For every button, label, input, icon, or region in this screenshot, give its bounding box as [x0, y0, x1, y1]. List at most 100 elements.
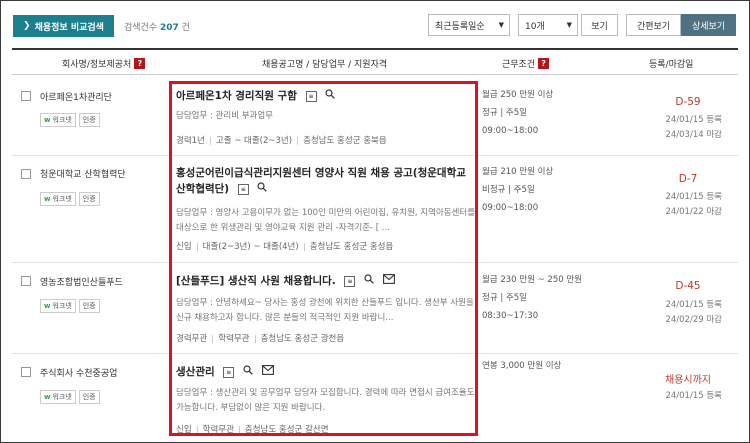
cond-salary: 연봉 3,000 만원 이상 [482, 361, 562, 371]
header-company-label: 회사명/정보제공처 [62, 60, 132, 70]
req-education: 대졸(2~3년) ~ 대졸(4년) [202, 242, 299, 252]
posting-title-text: 아르페온1차 경리직원 구함 [176, 90, 297, 102]
req-experience: 신입 [176, 425, 192, 435]
posting-duty: 담당업무 : 생산관리 및 공무업무 담당자 모집합니다. 경력에 따라 면접시… [176, 388, 475, 413]
view-button[interactable]: 보기 [581, 14, 618, 36]
detail-view-button[interactable]: 상세보기 [681, 14, 736, 36]
posting-title[interactable]: 홍성군어린이급식관리지원센터 영양사 직원 채용 공고(청운대학교산학협력단) … [176, 165, 474, 197]
header-company: 회사명/정보제공처 ? [62, 57, 146, 70]
table-row: 영농조합법인산들푸드 w 워크넷 인증 [산들푸드] 생산직 사원 채용합니다. … [12, 264, 738, 354]
posting-title[interactable]: [산들푸드] 생산직 사원 채용합니다. ≡ [176, 273, 395, 289]
email-icon[interactable] [382, 273, 395, 289]
deadline-badge: D-59 [675, 96, 701, 108]
per-page-select-value: 10개 [525, 21, 545, 32]
worknet-badge-label: 워크넷 [52, 393, 72, 401]
document-icon[interactable]: ≡ [305, 90, 317, 102]
closing-date: 24/03/14 마감 [665, 130, 722, 140]
req-education: 고졸 ~ 대졸(2~3년) [215, 136, 293, 146]
worknet-logo-icon: w [44, 116, 51, 124]
company-name[interactable]: 주식회사 수천중공업 [40, 366, 117, 379]
cond-salary: 월급 250 만원 이상 [482, 90, 554, 100]
closing-date: 24/01/22 마감 [665, 207, 722, 217]
separator [209, 136, 211, 145]
worknet-badge-label: 워크넷 [52, 116, 72, 124]
registered-date: 24/01/15 등록 [665, 192, 722, 202]
help-icon[interactable]: ? [134, 58, 146, 69]
separator [238, 425, 240, 434]
work-conditions: 월급 210 만원 이상 비정규 | 주5일 09:00~18:00 [482, 163, 553, 217]
header-posting-label: 채용공고명 / 담당업무 / 지원자격 [262, 60, 388, 70]
search-icon[interactable] [325, 88, 335, 104]
document-icon[interactable]: ≡ [237, 183, 249, 195]
work-conditions: 월급 230 만원 ~ 250 만원 정규 | 주5일 08:30~17:30 [482, 271, 582, 325]
email-icon[interactable] [261, 364, 274, 380]
compare-search-button[interactable]: ❯ 채용정보 비교검색 [13, 15, 114, 37]
sort-select[interactable]: 최근등록일순 ▼ [428, 14, 510, 36]
posting-dates: 24/01/15 등록 24/02/29 마감 [665, 298, 722, 328]
document-icon[interactable]: ≡ [344, 275, 356, 287]
posting-title[interactable]: 생산관리 ≡ [176, 364, 274, 380]
posting-duty: 담당업무 : 관리비 부과업무 [176, 111, 273, 121]
row-checkbox[interactable] [21, 367, 31, 377]
work-conditions: 월급 250 만원 이상 정규 | 주5일 09:00~18:00 [482, 86, 553, 140]
header-conditions: 근무조건 ? [502, 57, 550, 70]
chevron-right-icon: ❯ [23, 21, 31, 31]
posting-title-text: 홍성군어린이급식관리지원센터 영양사 직원 채용 공고(청운대학교산학협력단) [176, 167, 466, 195]
deadline-badge: D-45 [675, 280, 701, 292]
search-icon[interactable] [243, 364, 253, 380]
cond-hours: 09:00~18:00 [482, 126, 539, 136]
posting-dates: 24/01/15 등록 24/01/22 마감 [665, 190, 722, 220]
table-row: 아르페온1차관리단 w 워크넷 인증 아르페온1차 경리직원 구함 ≡ 담당업무 … [12, 76, 738, 156]
deadline-badge: 채용시까지 [665, 375, 711, 386]
cond-salary: 월급 210 만원 이상 [482, 167, 554, 177]
header-posting: 채용공고명 / 담당업무 / 지원자격 [262, 57, 387, 70]
sort-select-value: 최근등록일순 [435, 21, 485, 32]
posting-title[interactable]: 아르페온1차 경리직원 구함 ≡ [176, 88, 335, 104]
chevron-down-icon: ▼ [498, 21, 504, 29]
row-checkbox[interactable] [21, 169, 31, 179]
certified-badge: 인증 [78, 192, 100, 206]
cond-hours: 08:30~17:30 [482, 311, 539, 321]
chevron-down-icon: ▼ [566, 21, 572, 29]
header-conditions-label: 근무조건 [502, 60, 536, 70]
per-page-select[interactable]: 10개 ▼ [518, 14, 578, 36]
separator [303, 242, 305, 251]
worknet-badge-label: 워크넷 [52, 302, 72, 310]
req-education: 학력무관 [202, 425, 234, 435]
posting-dates: 24/01/15 등록 [665, 389, 722, 404]
company-name[interactable]: 청운대학교 산학협력단 [40, 167, 126, 180]
posting-requirements: 신입 학력무관 충청남도 홍성군 갈산면 [176, 423, 329, 435]
worknet-logo-icon: w [44, 302, 51, 310]
cond-type: 정규 | 주5일 [482, 108, 527, 118]
document-icon[interactable]: ≡ [223, 366, 235, 378]
req-location: 충청남도 홍성군 홍성읍 [309, 242, 394, 252]
cond-type: 정규 | 주5일 [482, 293, 527, 303]
separator [297, 136, 299, 145]
certified-badge: 인증 [78, 390, 100, 404]
posting-requirements: 신입 대졸(2~3년) ~ 대졸(4년) 충청남도 홍성군 홍성읍 [176, 240, 393, 252]
req-experience: 신입 [176, 242, 192, 252]
simple-view-button[interactable]: 간편보기 [626, 14, 681, 36]
worknet-logo-icon: w [44, 393, 51, 401]
search-icon[interactable] [364, 273, 374, 289]
row-checkbox[interactable] [21, 91, 31, 101]
posting-requirements: 경력무관 학력무관 충청남도 홍성군 광천읍 [176, 332, 344, 344]
row-checkbox[interactable] [21, 276, 31, 286]
posting-requirements: 경력1년 고졸 ~ 대졸(2~3년) 충청남도 홍성군 홍북읍 [176, 134, 387, 146]
certified-badge: 인증 [78, 299, 100, 313]
company-badges: w 워크넷 인증 [40, 390, 100, 404]
posting-duty: 담당업무 : 영양사 고용이무가 없는 100인 미만의 어린이집, 유치원, … [176, 208, 476, 233]
separator [212, 334, 214, 343]
company-badges: w 워크넷 인증 [40, 299, 100, 313]
result-count-value: 207 [160, 23, 179, 33]
table-row: 주식회사 수천중공업 w 워크넷 인증 생산관리 ≡ 담당업무 : 생산관리 및 … [12, 355, 738, 441]
cond-salary: 월급 230 만원 ~ 250 만원 [482, 275, 582, 285]
help-icon[interactable]: ? [538, 58, 550, 69]
result-count-suffix: 건 [181, 23, 190, 33]
company-name[interactable]: 영농조합법인산들푸드 [40, 275, 123, 288]
company-badges: w 워크넷 인증 [40, 192, 100, 206]
worknet-badge-label: 워크넷 [52, 195, 72, 203]
search-icon[interactable] [257, 181, 268, 197]
result-count: 검색건수 207 건 [124, 20, 190, 33]
company-name[interactable]: 아르페온1차관리단 [40, 90, 112, 103]
